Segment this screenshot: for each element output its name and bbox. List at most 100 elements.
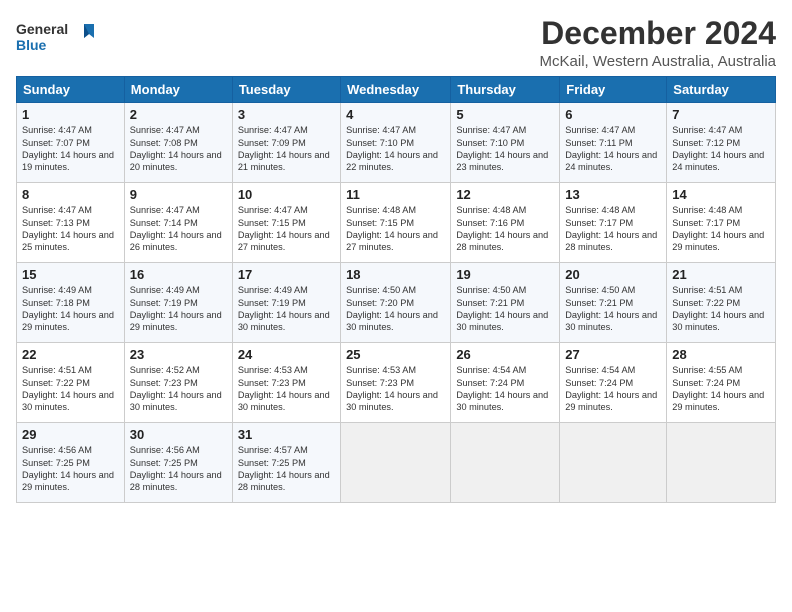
calendar-week-row: 8 Sunrise: 4:47 AMSunset: 7:13 PMDayligh… <box>17 183 776 263</box>
table-row: 24 Sunrise: 4:53 AMSunset: 7:23 PMDaylig… <box>232 343 340 423</box>
day-info: Sunrise: 4:52 AMSunset: 7:23 PMDaylight:… <box>130 365 222 412</box>
table-row: 31 Sunrise: 4:57 AMSunset: 7:25 PMDaylig… <box>232 423 340 503</box>
day-number: 6 <box>565 107 661 122</box>
header-tuesday: Tuesday <box>232 77 340 103</box>
table-row: 4 Sunrise: 4:47 AMSunset: 7:10 PMDayligh… <box>341 103 451 183</box>
day-number: 27 <box>565 347 661 362</box>
table-row: 5 Sunrise: 4:47 AMSunset: 7:10 PMDayligh… <box>451 103 560 183</box>
location-title: McKail, Western Australia, Australia <box>540 53 776 70</box>
header-sunday: Sunday <box>17 77 125 103</box>
day-number: 9 <box>130 187 227 202</box>
header-thursday: Thursday <box>451 77 560 103</box>
day-number: 1 <box>22 107 119 122</box>
table-row <box>341 423 451 503</box>
day-info: Sunrise: 4:47 AMSunset: 7:09 PMDaylight:… <box>238 125 330 172</box>
day-info: Sunrise: 4:47 AMSunset: 7:12 PMDaylight:… <box>672 125 764 172</box>
header-monday: Monday <box>124 77 232 103</box>
day-info: Sunrise: 4:57 AMSunset: 7:25 PMDaylight:… <box>238 445 330 492</box>
calendar-header-row: Sunday Monday Tuesday Wednesday Thursday… <box>17 77 776 103</box>
day-number: 13 <box>565 187 661 202</box>
table-row: 29 Sunrise: 4:56 AMSunset: 7:25 PMDaylig… <box>17 423 125 503</box>
day-info: Sunrise: 4:49 AMSunset: 7:19 PMDaylight:… <box>130 285 222 332</box>
day-info: Sunrise: 4:47 AMSunset: 7:10 PMDaylight:… <box>456 125 548 172</box>
day-number: 21 <box>672 267 770 282</box>
day-info: Sunrise: 4:47 AMSunset: 7:14 PMDaylight:… <box>130 205 222 252</box>
day-info: Sunrise: 4:47 AMSunset: 7:07 PMDaylight:… <box>22 125 114 172</box>
table-row: 25 Sunrise: 4:53 AMSunset: 7:23 PMDaylig… <box>341 343 451 423</box>
table-row: 27 Sunrise: 4:54 AMSunset: 7:24 PMDaylig… <box>560 343 667 423</box>
day-info: Sunrise: 4:47 AMSunset: 7:10 PMDaylight:… <box>346 125 438 172</box>
table-row: 9 Sunrise: 4:47 AMSunset: 7:14 PMDayligh… <box>124 183 232 263</box>
day-info: Sunrise: 4:47 AMSunset: 7:08 PMDaylight:… <box>130 125 222 172</box>
day-number: 2 <box>130 107 227 122</box>
day-number: 8 <box>22 187 119 202</box>
table-row: 26 Sunrise: 4:54 AMSunset: 7:24 PMDaylig… <box>451 343 560 423</box>
day-number: 10 <box>238 187 335 202</box>
day-info: Sunrise: 4:47 AMSunset: 7:11 PMDaylight:… <box>565 125 657 172</box>
day-number: 19 <box>456 267 554 282</box>
day-number: 5 <box>456 107 554 122</box>
table-row: 15 Sunrise: 4:49 AMSunset: 7:18 PMDaylig… <box>17 263 125 343</box>
table-row: 7 Sunrise: 4:47 AMSunset: 7:12 PMDayligh… <box>667 103 776 183</box>
day-number: 23 <box>130 347 227 362</box>
header-saturday: Saturday <box>667 77 776 103</box>
day-number: 16 <box>130 267 227 282</box>
table-row: 20 Sunrise: 4:50 AMSunset: 7:21 PMDaylig… <box>560 263 667 343</box>
day-number: 18 <box>346 267 445 282</box>
day-info: Sunrise: 4:51 AMSunset: 7:22 PMDaylight:… <box>672 285 764 332</box>
day-info: Sunrise: 4:49 AMSunset: 7:18 PMDaylight:… <box>22 285 114 332</box>
header-friday: Friday <box>560 77 667 103</box>
day-info: Sunrise: 4:50 AMSunset: 7:21 PMDaylight:… <box>456 285 548 332</box>
day-number: 31 <box>238 427 335 442</box>
calendar-week-row: 29 Sunrise: 4:56 AMSunset: 7:25 PMDaylig… <box>17 423 776 503</box>
table-row: 14 Sunrise: 4:48 AMSunset: 7:17 PMDaylig… <box>667 183 776 263</box>
day-number: 15 <box>22 267 119 282</box>
day-number: 28 <box>672 347 770 362</box>
day-number: 26 <box>456 347 554 362</box>
table-row: 11 Sunrise: 4:48 AMSunset: 7:15 PMDaylig… <box>341 183 451 263</box>
table-row: 22 Sunrise: 4:51 AMSunset: 7:22 PMDaylig… <box>17 343 125 423</box>
day-number: 3 <box>238 107 335 122</box>
calendar-week-row: 1 Sunrise: 4:47 AMSunset: 7:07 PMDayligh… <box>17 103 776 183</box>
day-info: Sunrise: 4:50 AMSunset: 7:20 PMDaylight:… <box>346 285 438 332</box>
day-number: 12 <box>456 187 554 202</box>
table-row: 12 Sunrise: 4:48 AMSunset: 7:16 PMDaylig… <box>451 183 560 263</box>
header: General Blue December 2024 McKail, Weste… <box>16 16 776 70</box>
day-info: Sunrise: 4:48 AMSunset: 7:15 PMDaylight:… <box>346 205 438 252</box>
table-row: 17 Sunrise: 4:49 AMSunset: 7:19 PMDaylig… <box>232 263 340 343</box>
table-row: 1 Sunrise: 4:47 AMSunset: 7:07 PMDayligh… <box>17 103 125 183</box>
day-number: 11 <box>346 187 445 202</box>
table-row: 21 Sunrise: 4:51 AMSunset: 7:22 PMDaylig… <box>667 263 776 343</box>
day-info: Sunrise: 4:55 AMSunset: 7:24 PMDaylight:… <box>672 365 764 412</box>
logo: General Blue <box>16 16 96 61</box>
title-area: December 2024 McKail, Western Australia,… <box>540 16 776 70</box>
table-row <box>451 423 560 503</box>
table-row: 16 Sunrise: 4:49 AMSunset: 7:19 PMDaylig… <box>124 263 232 343</box>
day-number: 20 <box>565 267 661 282</box>
svg-text:Blue: Blue <box>16 37 47 53</box>
table-row: 13 Sunrise: 4:48 AMSunset: 7:17 PMDaylig… <box>560 183 667 263</box>
svg-text:General: General <box>16 21 68 37</box>
day-info: Sunrise: 4:53 AMSunset: 7:23 PMDaylight:… <box>238 365 330 412</box>
day-info: Sunrise: 4:54 AMSunset: 7:24 PMDaylight:… <box>456 365 548 412</box>
calendar-week-row: 15 Sunrise: 4:49 AMSunset: 7:18 PMDaylig… <box>17 263 776 343</box>
day-number: 30 <box>130 427 227 442</box>
day-number: 17 <box>238 267 335 282</box>
day-number: 7 <box>672 107 770 122</box>
month-title: December 2024 <box>540 16 776 51</box>
day-number: 4 <box>346 107 445 122</box>
table-row: 3 Sunrise: 4:47 AMSunset: 7:09 PMDayligh… <box>232 103 340 183</box>
day-info: Sunrise: 4:48 AMSunset: 7:16 PMDaylight:… <box>456 205 548 252</box>
table-row: 30 Sunrise: 4:56 AMSunset: 7:25 PMDaylig… <box>124 423 232 503</box>
table-row: 19 Sunrise: 4:50 AMSunset: 7:21 PMDaylig… <box>451 263 560 343</box>
table-row: 28 Sunrise: 4:55 AMSunset: 7:24 PMDaylig… <box>667 343 776 423</box>
table-row: 2 Sunrise: 4:47 AMSunset: 7:08 PMDayligh… <box>124 103 232 183</box>
day-number: 22 <box>22 347 119 362</box>
table-row: 18 Sunrise: 4:50 AMSunset: 7:20 PMDaylig… <box>341 263 451 343</box>
day-info: Sunrise: 4:47 AMSunset: 7:13 PMDaylight:… <box>22 205 114 252</box>
day-info: Sunrise: 4:51 AMSunset: 7:22 PMDaylight:… <box>22 365 114 412</box>
day-info: Sunrise: 4:48 AMSunset: 7:17 PMDaylight:… <box>565 205 657 252</box>
day-number: 24 <box>238 347 335 362</box>
table-row: 23 Sunrise: 4:52 AMSunset: 7:23 PMDaylig… <box>124 343 232 423</box>
header-wednesday: Wednesday <box>341 77 451 103</box>
